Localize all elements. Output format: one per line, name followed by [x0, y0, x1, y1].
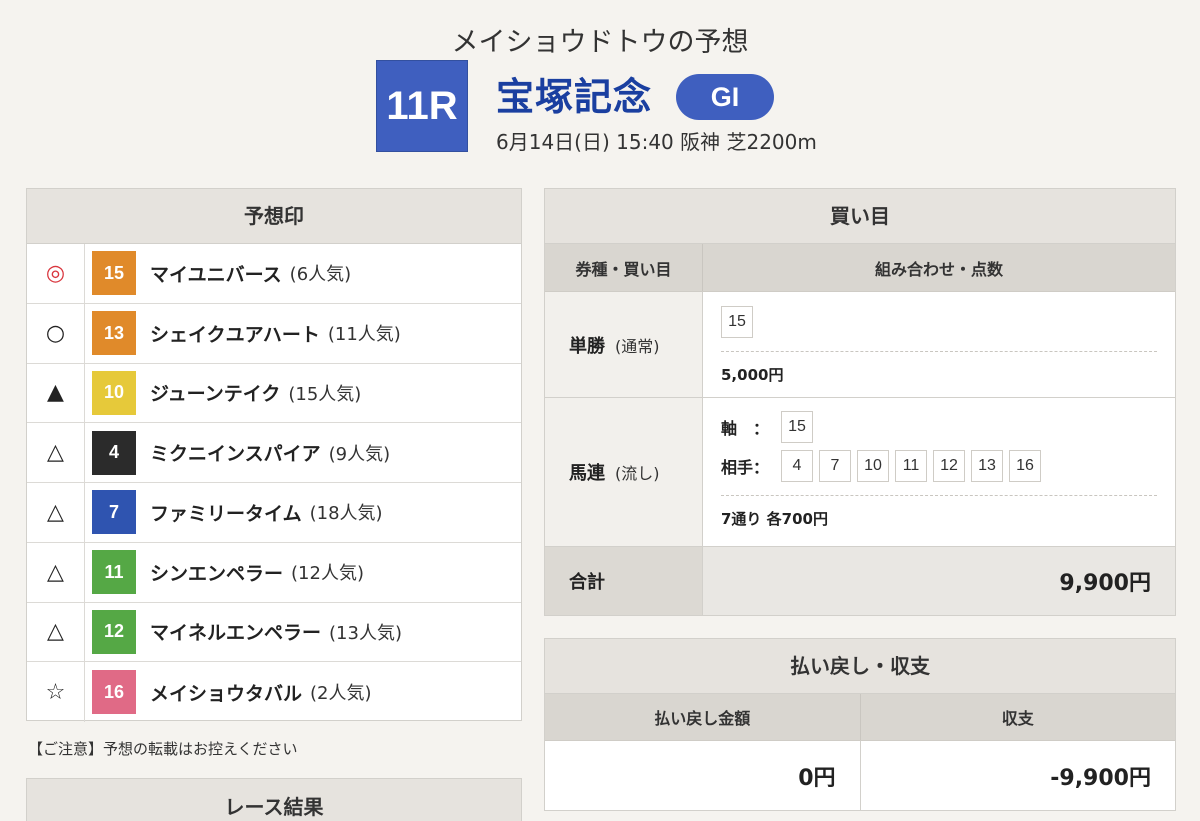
- race-result-title: レース結果: [27, 779, 521, 821]
- popularity: (11人気): [327, 324, 401, 346]
- total-amount: 9,900円: [703, 547, 1175, 615]
- bets-panel-title: 買い目: [545, 189, 1175, 244]
- horse-number-badge: 10: [92, 370, 136, 415]
- popularity: (13人気): [329, 622, 402, 644]
- prediction-mark: ◎: [27, 244, 85, 303]
- bet-type-sub: (流し): [615, 464, 660, 483]
- partner-line: 相手： 4 7 10 11 12 13 16: [721, 450, 1157, 482]
- prediction-row: ◎ 15 マイユニバース (6人気): [27, 244, 521, 304]
- prediction-row: △ 12 マイネルエンペラー (13人気): [27, 602, 521, 663]
- popularity: (15人気): [288, 383, 362, 405]
- refund-amount: 0円: [545, 741, 861, 810]
- bets-panel: 買い目 券種・買い目 組み合わせ・点数 単勝 (通常) 15 5,000円 馬連…: [544, 188, 1176, 616]
- combination-column-header: 組み合わせ・点数: [874, 259, 1003, 279]
- prediction-row: △ 7 ファミリータイム (18人気): [27, 483, 521, 543]
- balance-amount: -9,900円: [1050, 765, 1151, 791]
- prediction-mark: △: [27, 602, 85, 662]
- bet-row-quinella: 馬連 (流し) 軸 ： 15 相手： 4 7 10 11 12 13 16 7通り 各700…: [545, 398, 1175, 547]
- total-label: 合計: [545, 547, 703, 615]
- axis-label: 軸 ：: [721, 419, 770, 438]
- horse-number-box: 10: [857, 450, 889, 482]
- payout-panel: 払い戻し・収支 払い戻し金額 収支 0円 -9,900円: [544, 638, 1176, 811]
- win-amount: 5,000円: [721, 366, 784, 384]
- popularity: (6人気): [289, 264, 352, 286]
- horse-number-box: 7: [819, 450, 851, 482]
- race-number-badge: 11R: [376, 60, 468, 152]
- partner-number-list: 4 7 10 11 12 13 16: [781, 450, 1047, 482]
- horse-number-badge: 4: [92, 430, 136, 475]
- balance-column-header: 収支: [1001, 709, 1034, 728]
- popularity: (9人気): [328, 443, 391, 465]
- horse-number-badge: 13: [92, 311, 136, 356]
- grade-badge: GI: [676, 74, 774, 120]
- horse-number-box: 4: [781, 450, 813, 482]
- page-subtitle: メイショウドトウの予想: [451, 27, 749, 58]
- horse-name[interactable]: マイユニバース: [150, 260, 282, 287]
- popularity: (18人気): [309, 503, 383, 525]
- horse-name[interactable]: ファミリータイム: [150, 499, 302, 526]
- popularity: (12人気): [291, 563, 364, 585]
- horse-number-badge: 16: [92, 670, 136, 715]
- horse-name[interactable]: シンエンペラー: [150, 559, 283, 586]
- bet-body-quinella: 軸 ： 15 相手： 4 7 10 11 12 13 16 7通り 各700円: [703, 398, 1175, 546]
- horse-number-badge: 15: [92, 251, 136, 296]
- race-name[interactable]: 宝塚記念: [496, 66, 652, 121]
- bet-type-label: 単勝: [569, 335, 605, 357]
- prediction-panel: 予想印 ◎ 15 マイユニバース (6人気) ○ 13 シェイクユアハート (11人気) ▲ 10…: [26, 188, 522, 722]
- bet-type-quinella: 馬連 (流し): [545, 398, 703, 546]
- win-number-list: 15: [721, 306, 1157, 338]
- race-result-panel: レース結果: [26, 778, 522, 821]
- bet-type-sub: (通常): [615, 336, 660, 356]
- race-info: 6月14日(日) 15:40 阪神 芝2200m: [496, 130, 817, 154]
- horse-number-badge: 7: [92, 490, 136, 535]
- horse-number-box: 11: [895, 450, 927, 482]
- repost-notice: 【ご注意】予想の転載はお控えください: [28, 740, 298, 758]
- horse-name[interactable]: メイショウタバル: [150, 679, 302, 706]
- axis-line: 軸 ： 15: [721, 411, 1157, 443]
- horse-number-box: 13: [971, 450, 1003, 482]
- payout-column-header: 払い戻し金額 収支: [545, 694, 1175, 741]
- dotted-divider: [721, 495, 1157, 496]
- prediction-row: ○ 13 シェイクユアハート (11人気): [27, 303, 521, 364]
- prediction-mark: △: [27, 483, 85, 542]
- prediction-list: ◎ 15 マイユニバース (6人気) ○ 13 シェイクユアハート (11人気) ▲ 10 ジューン…: [27, 244, 521, 722]
- partner-label: 相手：: [721, 458, 770, 477]
- prediction-row: ▲ 10 ジューンテイク (15人気): [27, 363, 521, 424]
- prediction-mark: △: [27, 542, 85, 602]
- popularity: (2人気): [310, 683, 372, 705]
- horse-number-badge: 12: [92, 609, 136, 654]
- bet-type-label: 馬連: [569, 463, 605, 484]
- horse-name[interactable]: ジューンテイク: [150, 379, 280, 406]
- prediction-panel-title: 予想印: [27, 189, 521, 244]
- quinella-amount: 7通り 各700円: [721, 510, 828, 528]
- bet-type-column-header: 券種・買い目: [545, 244, 703, 291]
- bet-type-win: 単勝 (通常): [545, 292, 703, 397]
- total-row: 合計 9,900円: [545, 547, 1175, 615]
- payout-values: 0円 -9,900円: [545, 741, 1175, 810]
- horse-number-box: 15: [781, 411, 813, 443]
- horse-name[interactable]: ミクニインスパイア: [150, 439, 321, 466]
- prediction-mark: ☆: [27, 662, 85, 722]
- horse-number-box: 15: [721, 306, 753, 338]
- prediction-row: ☆ 16 メイショウタバル (2人気): [27, 662, 521, 722]
- horse-name[interactable]: マイネルエンペラー: [150, 618, 321, 645]
- horse-name[interactable]: シェイクユアハート: [150, 320, 320, 347]
- prediction-mark: △: [27, 423, 85, 482]
- horse-number-badge: 11: [92, 550, 136, 595]
- dotted-divider: [721, 351, 1157, 352]
- prediction-row: △ 11 シンエンペラー (12人気): [27, 542, 521, 603]
- prediction-row: △ 4 ミクニインスパイア (9人気): [27, 423, 521, 483]
- bets-column-header: 券種・買い目 組み合わせ・点数: [545, 244, 1175, 292]
- refund-column-header: 払い戻し金額: [545, 694, 861, 740]
- axis-number-list: 15: [781, 411, 819, 443]
- payout-panel-title: 払い戻し・収支: [545, 639, 1175, 694]
- horse-number-box: 16: [1009, 450, 1041, 482]
- bet-body-win: 15 5,000円: [703, 292, 1175, 397]
- bet-row-win: 単勝 (通常) 15 5,000円: [545, 292, 1175, 398]
- prediction-mark: ▲: [27, 363, 85, 423]
- prediction-mark: ○: [27, 303, 85, 363]
- horse-number-box: 12: [933, 450, 965, 482]
